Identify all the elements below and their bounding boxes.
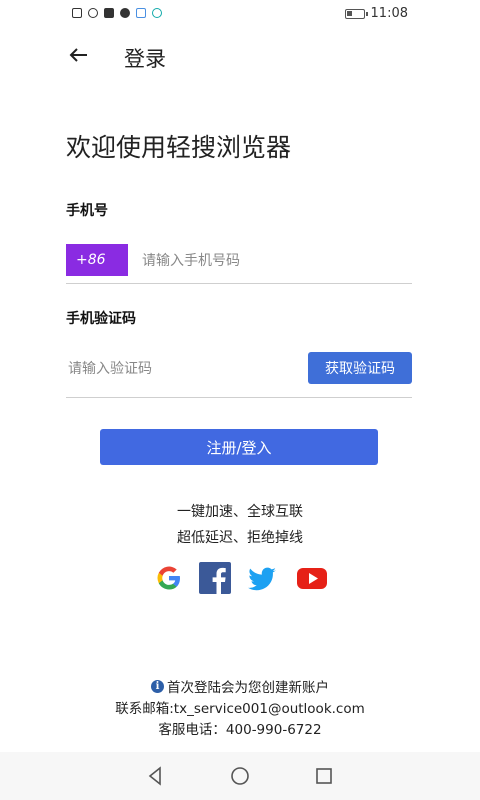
nav-back-button[interactable]	[144, 764, 168, 788]
first-login-text: 首次登陆会为您创建新账户	[167, 680, 329, 696]
system-nav-bar	[0, 752, 480, 800]
status-icons	[72, 8, 162, 18]
twitter-login-button[interactable]	[246, 562, 278, 594]
tiktok-icon	[120, 8, 130, 18]
info-icon: i	[151, 679, 164, 693]
sim-icon	[72, 8, 82, 18]
nav-home-button[interactable]	[228, 764, 252, 788]
first-login-notice: i 首次登陆会为您创建新账户	[0, 676, 480, 696]
register-login-button[interactable]: 注册/登入	[100, 429, 378, 465]
bluetooth-icon	[136, 8, 146, 18]
clock: 11:08	[370, 6, 408, 21]
code-divider	[66, 397, 412, 398]
page-title: 登录	[124, 47, 166, 71]
phone-divider	[66, 283, 412, 284]
slogan-line: 一键加速、全球互联	[177, 504, 303, 520]
wifi-icon	[88, 8, 98, 18]
twitter-icon	[248, 567, 276, 591]
country-code-selector[interactable]: +86	[66, 244, 128, 276]
slogan-line: 超低延迟、拒绝掉线	[177, 530, 303, 546]
nav-recents-button[interactable]	[312, 764, 336, 788]
verification-code-input[interactable]	[66, 354, 300, 384]
phone-icon	[104, 8, 114, 18]
google-icon	[157, 566, 180, 590]
service-phone: 客服电话：400-990-6722	[158, 722, 322, 738]
phone-input[interactable]	[140, 246, 414, 276]
facebook-login-button[interactable]	[199, 562, 231, 594]
triangle-back-icon	[148, 766, 161, 786]
status-bar: 11:08	[0, 0, 480, 30]
app-bar: 登录	[0, 30, 480, 80]
play-icon	[152, 8, 162, 18]
status-right: 11:08	[344, 6, 408, 21]
code-label: 手机验证码	[66, 311, 136, 327]
phone-label: 手机号	[66, 203, 108, 219]
facebook-icon	[199, 562, 231, 594]
battery-icon	[344, 8, 368, 19]
back-button[interactable]	[64, 40, 94, 70]
circle-home-icon	[231, 767, 249, 785]
square-recents-icon	[316, 768, 332, 784]
youtube-icon	[297, 568, 327, 589]
welcome-heading: 欢迎使用轻搜浏览器	[66, 133, 292, 162]
get-code-button[interactable]: 获取验证码	[308, 352, 412, 384]
arrow-left-icon	[69, 48, 87, 62]
youtube-login-button[interactable]	[296, 562, 328, 594]
contact-email: 联系邮箱:tx_service001@outlook.com	[115, 701, 365, 717]
google-login-button[interactable]	[153, 562, 185, 594]
